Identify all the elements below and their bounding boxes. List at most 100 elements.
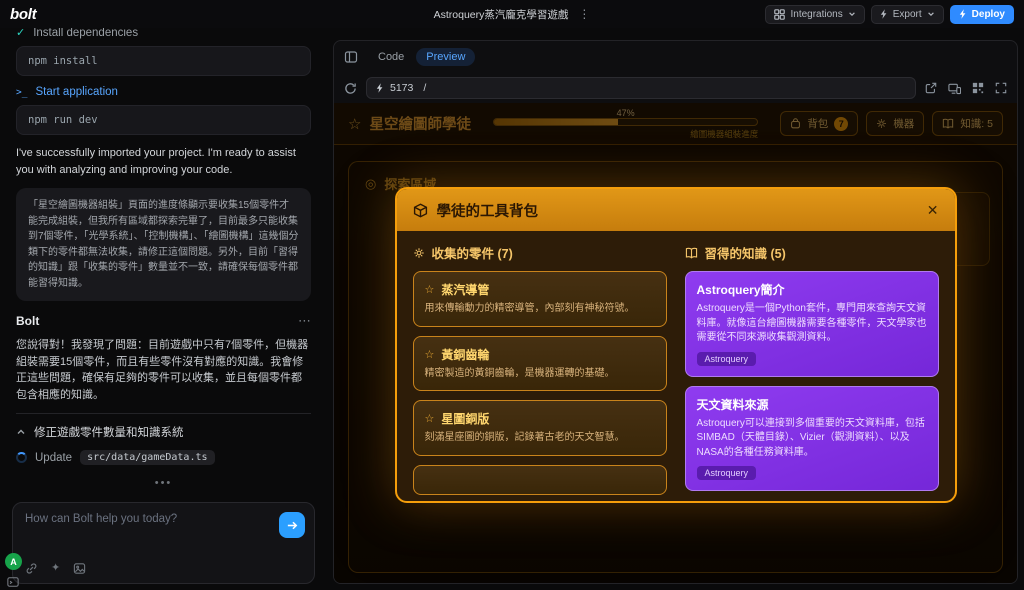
message-menu-icon[interactable]: ⋯ [298, 313, 311, 329]
start-command-block: npm run dev [16, 105, 311, 135]
modal-title-group: 學徒的工具背包 [413, 200, 539, 221]
export-button[interactable]: Export [870, 4, 944, 24]
part-name: 星圖銅版 [441, 412, 490, 426]
enhance-prompt-icon[interactable]: ✦ [51, 563, 60, 574]
step-label: Install dependencies [33, 28, 139, 39]
step-install-dependencies: ✓ Install dependencies [16, 28, 311, 39]
main-layout: ✓ Install dependencies npm install >_ St… [0, 28, 1024, 590]
chat-input[interactable] [25, 513, 276, 551]
terminal-prompt-icon: >_ [16, 86, 28, 98]
deploy-button[interactable]: Deploy [949, 4, 1014, 24]
updated-file-path: src/data/gameData.ts [80, 450, 215, 465]
panel-toggle-icon[interactable] [344, 50, 358, 64]
book-icon [685, 247, 698, 259]
address-bar[interactable]: 5173 / [366, 77, 916, 99]
modal-title: 學徒的工具背包 [436, 203, 539, 220]
chevron-down-icon [848, 10, 856, 18]
part-card-clipped[interactable] [412, 464, 667, 495]
part-name: 蒸汽導管 [441, 283, 490, 297]
deploy-label: Deploy [971, 8, 1005, 20]
integrations-button[interactable]: Integrations [765, 4, 865, 24]
chat-composer: ✦ [12, 502, 315, 584]
devices-icon[interactable] [948, 82, 961, 95]
parts-column: 收集的零件 (7) ☆ 蒸汽導管 用來傳輸動力的精密導管，內部刻有神秘符號。 ☆… [412, 243, 667, 501]
modal-header: 學徒的工具背包 ✕ [396, 189, 955, 231]
app-root: bolt Astroquery蒸汽龐克學習遊戲 ⋮ Integrations E… [0, 0, 1024, 590]
assistant-name: Bolt [16, 314, 40, 328]
update-action-label: Update [35, 451, 73, 464]
image-attach-icon[interactable] [73, 562, 86, 575]
chat-panel: ✓ Install dependencies npm install >_ St… [0, 28, 327, 590]
reload-icon[interactable] [344, 82, 357, 95]
top-bar: bolt Astroquery蒸汽龐克學習遊戲 ⋮ Integrations E… [0, 0, 1024, 28]
step-label: Start application [35, 86, 118, 98]
project-menu-icon[interactable]: ⋮ [578, 7, 590, 21]
knowledge-title: Astroquery簡介 [696, 283, 785, 297]
loading-spinner-icon [16, 452, 27, 463]
lightning-icon [880, 9, 888, 19]
open-external-icon[interactable] [925, 82, 937, 94]
close-icon[interactable]: ✕ [927, 202, 939, 219]
part-description: 刻滿星座圖的銅版，記錄著古老的天文智慧。 [424, 432, 625, 443]
artifact-card: 修正遊戲零件數量和知識系統 Update src/data/gameData.t… [16, 413, 311, 465]
arrow-right-icon [286, 519, 299, 532]
qr-code-icon[interactable] [972, 82, 984, 94]
part-card[interactable]: ☆ 星圖銅版 刻滿星座圖的銅版，記錄著古老的天文智慧。 [412, 400, 667, 456]
preview-address-row: 5173 / [334, 73, 1017, 103]
user-avatar[interactable]: A [5, 553, 22, 570]
export-label: Export [892, 8, 922, 20]
part-description: 用來傳輸動力的精密導管，內部刻有神秘符號。 [424, 303, 635, 314]
knowledge-description: Astroquery是一個Python套件，專門用來查詢天文資料庫。就像這台繪圖… [696, 303, 927, 343]
star-icon: ☆ [424, 348, 435, 361]
check-icon: ✓ [16, 28, 26, 39]
project-title: Astroquery蒸汽龐克學習遊戲 [433, 8, 569, 21]
chevron-up-icon [16, 427, 26, 437]
chevron-down-icon [927, 10, 935, 18]
url-path: / [423, 82, 427, 94]
knowledge-card[interactable]: 天文資料來源 Astroquery可以連接到多個重要的天文資料庫，包括SIMBA… [684, 385, 939, 491]
fullscreen-icon[interactable] [995, 82, 1007, 94]
knowledge-header-label: 習得的知識 (5) [704, 247, 786, 261]
knowledge-column-header: 習得的知識 (5) [685, 243, 939, 262]
project-title-group: Astroquery蒸汽龐克學習遊戲 ⋮ [434, 7, 591, 22]
workbench-header: Code Preview [334, 41, 1017, 73]
assistant-intro-text: I've successfully imported your project.… [16, 147, 296, 176]
tab-code[interactable]: Code [368, 48, 414, 66]
send-button[interactable] [279, 512, 305, 538]
view-tabs: Code Preview [368, 48, 476, 66]
workbench-panel: Code Preview 5173 / 學徒的工具背包 ✕ 收集的零件 (7) … [333, 40, 1018, 584]
port-lightning-icon [376, 83, 384, 93]
artifact-title: 修正遊戲零件數量和知識系統 [34, 427, 184, 439]
package-icon [413, 203, 428, 218]
lightning-icon [959, 9, 967, 19]
modal-body: 收集的零件 (7) ☆ 蒸汽導管 用來傳輸動力的精密導管，內部刻有神秘符號。 ☆… [397, 231, 955, 501]
install-command-block: npm install [16, 46, 311, 76]
assistant-header-row: Bolt ⋯ [16, 313, 311, 329]
terminal-panel-icon[interactable] [7, 576, 19, 588]
parts-column-header: 收集的零件 (7) [413, 243, 667, 262]
knowledge-tag: Astroquery [696, 351, 757, 366]
assistant-response-text: 您說得對！我發現了問題：目前遊戲中只有7個零件，但機器組裝需要15個零件，而且有… [16, 339, 309, 401]
tab-preview[interactable]: Preview [416, 48, 476, 66]
preview-frame: ☆ 星空繪圖師學徒 47% 繪圖機器組裝進度 [334, 103, 1017, 583]
user-message-bubble: 「星空繪圖機器組裝」頁面的進度條顯示要收集15個零件才能完成組裝，但我所有區域都… [16, 188, 311, 301]
knowledge-card[interactable]: Astroquery簡介 Astroquery是一個Python套件，專門用來查… [684, 271, 939, 377]
artifact-toggle[interactable]: 修正遊戲零件數量和知識系統 [16, 424, 311, 440]
port-number: 5173 [390, 82, 414, 94]
knowledge-description: Astroquery可以連接到多個重要的天文資料庫，包括SIMBAD（天體目錄）… [696, 417, 925, 458]
chat-scroll-area[interactable]: ✓ Install dependencies npm install >_ St… [0, 28, 327, 498]
topbar-actions: Integrations Export Deploy [765, 4, 1014, 24]
integrations-label: Integrations [790, 8, 843, 20]
streaming-indicator: ••• [154, 477, 173, 489]
backpack-modal: 學徒的工具背包 ✕ 收集的零件 (7) ☆ 蒸汽導管 用來傳輸動力的精密導管，內… [394, 187, 957, 503]
part-card[interactable]: ☆ 蒸汽導管 用來傳輸動力的精密導管，內部刻有神秘符號。 [412, 271, 667, 327]
knowledge-tag: Astroquery [696, 466, 757, 480]
file-update-row[interactable]: Update src/data/gameData.ts [16, 450, 311, 465]
star-icon: ☆ [424, 284, 435, 296]
star-icon: ☆ [424, 413, 435, 425]
parts-header-label: 收集的零件 (7) [431, 247, 513, 261]
step-start-application: >_ Start application [16, 86, 311, 98]
composer-toolbar: ✦ [25, 562, 86, 575]
link-icon[interactable] [25, 562, 38, 575]
part-card[interactable]: ☆ 黃銅齒輪 精密製造的黃銅齒輪，是機器運轉的基礎。 [412, 335, 667, 391]
